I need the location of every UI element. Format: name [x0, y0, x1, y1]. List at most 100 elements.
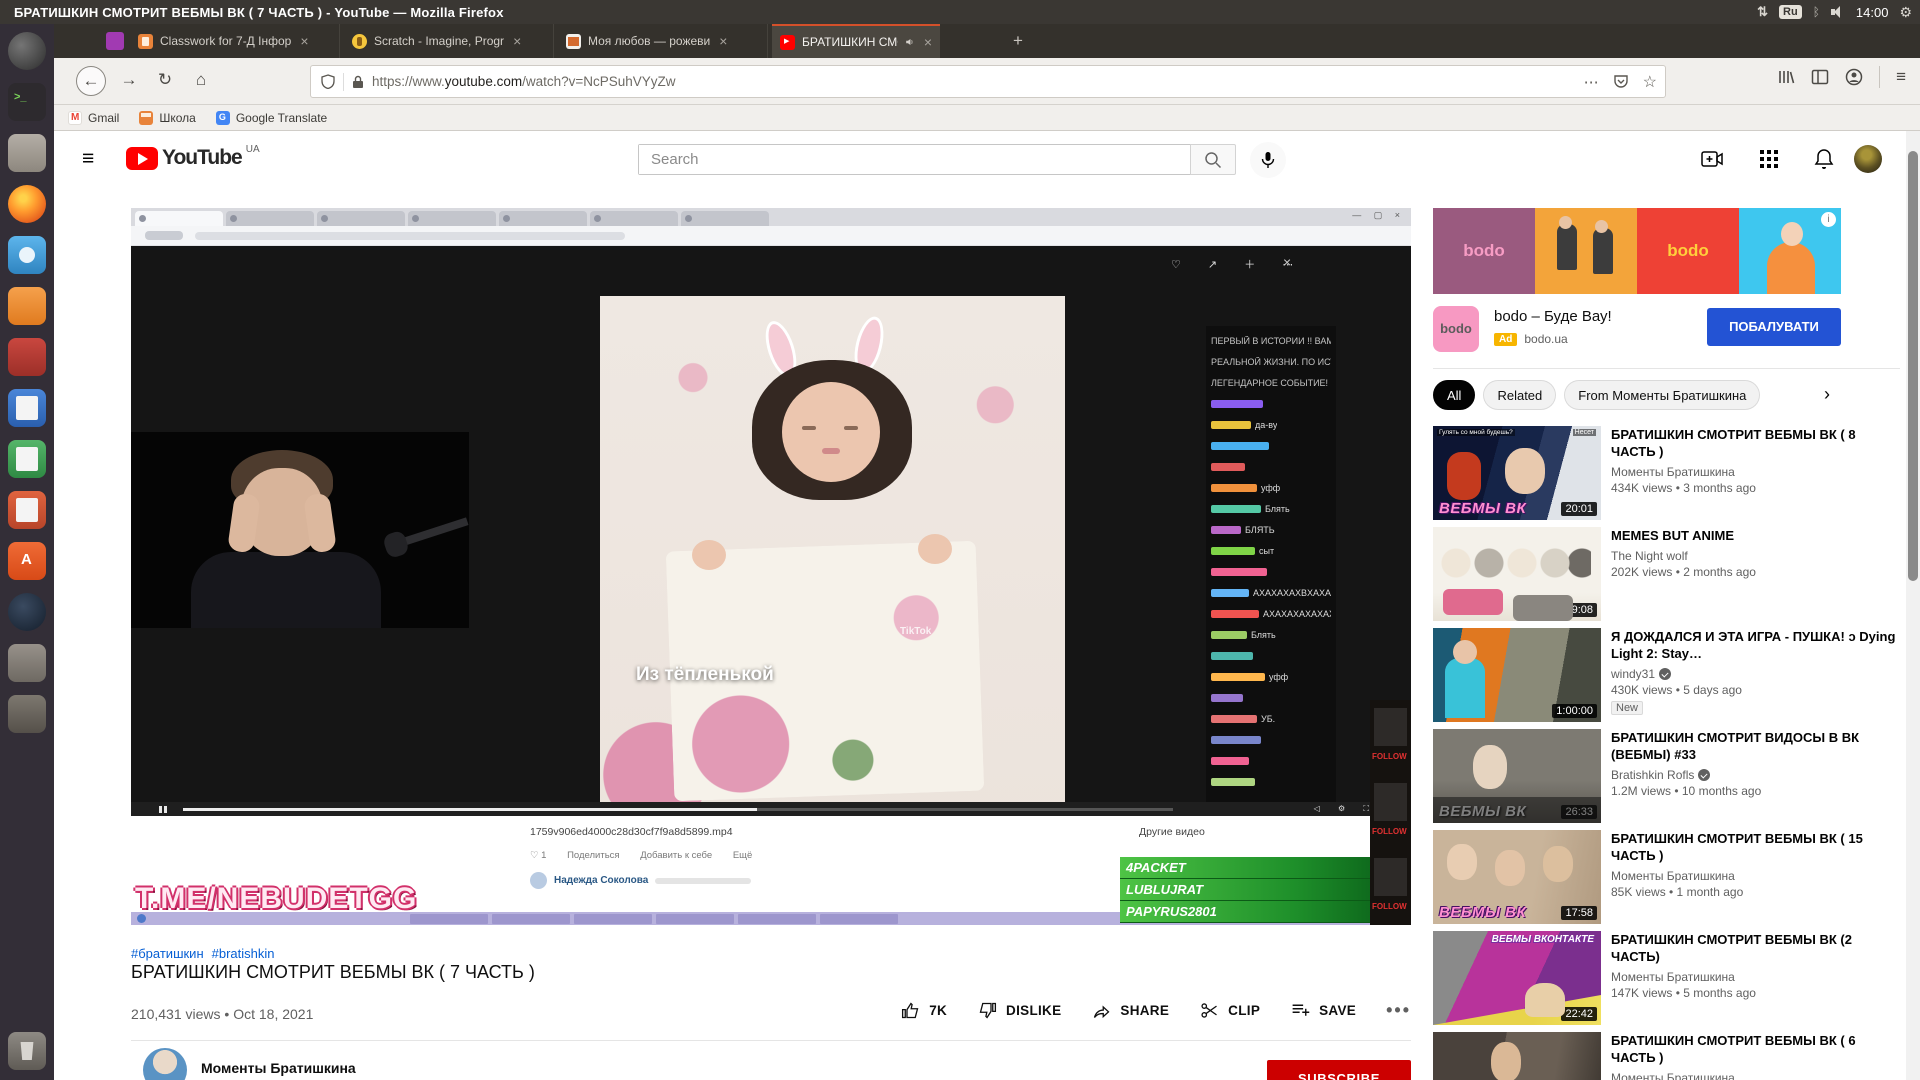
- save-button[interactable]: SAVE: [1290, 1000, 1356, 1021]
- chips-scroll-arrow[interactable]: ›: [1824, 384, 1830, 405]
- related-thumbnail[interactable]: ВЕБМЫ ВКОНТАКТЕ 22:42: [1433, 931, 1601, 1025]
- channel-avatar[interactable]: [143, 1048, 187, 1080]
- related-channel[interactable]: Bratishkin Rofls: [1611, 768, 1899, 782]
- ad-info-icon[interactable]: i: [1821, 212, 1836, 227]
- bookmark-item[interactable]: Google Translate: [216, 111, 327, 125]
- related-video-item[interactable]: Гулять со мной будешь? Несет ВЕБМЫ ВК 20…: [1433, 426, 1906, 520]
- browser-tab[interactable]: Scratch - Imagine, Progr ×: [344, 24, 554, 58]
- dock-icon[interactable]: [8, 542, 46, 580]
- ad-cta-button[interactable]: ПОБАЛУВАТИ: [1707, 308, 1841, 346]
- back-button[interactable]: ←: [76, 66, 106, 96]
- dock-icon[interactable]: [8, 440, 46, 478]
- tab-audio-icon[interactable]: [905, 36, 915, 48]
- url-bar[interactable]: https://www.youtube.com/watch?v=NcPSuhVY…: [310, 65, 1666, 98]
- dock-icon[interactable]: [8, 134, 46, 172]
- dock-icon[interactable]: [8, 389, 46, 427]
- scrollbar-thumb[interactable]: [1908, 151, 1918, 581]
- related-title[interactable]: БРАТИШКИН СМОТРИТ ВЕБМЫ ВК ( 8 ЧАСТЬ ): [1611, 426, 1899, 460]
- related-video-item[interactable]: ВЕБМЫ ВК 17:58 БРАТИШКИН СМОТРИТ ВЕБМЫ В…: [1433, 830, 1906, 924]
- ad-title[interactable]: bodo – Буде Вау!: [1494, 308, 1612, 325]
- dock-icon[interactable]: [8, 185, 46, 223]
- ad-banner[interactable]: bodo bodo: [1433, 208, 1841, 294]
- pocket-icon[interactable]: [1613, 74, 1629, 89]
- hashtag-link[interactable]: #братишкин: [131, 946, 204, 961]
- related-thumbnail[interactable]: ВЕБМЫ ВК 17:58: [1433, 830, 1601, 924]
- related-channel[interactable]: Моменты Братишкина: [1611, 1071, 1899, 1080]
- sidebar-toggle-icon[interactable]: [1811, 68, 1829, 86]
- browser-tab[interactable]: БРАТИШКИН СМОТР ×: [772, 24, 940, 58]
- related-thumbnail[interactable]: Гулять со мной будешь? Несет ВЕБМЫ ВК 20…: [1433, 426, 1601, 520]
- dock-icon[interactable]: [8, 236, 46, 274]
- clock[interactable]: 14:00: [1856, 5, 1889, 20]
- progress-bar[interactable]: [183, 808, 1173, 811]
- related-channel[interactable]: Моменты Братишкина: [1611, 465, 1899, 479]
- pinned-tab[interactable]: [106, 32, 124, 50]
- vk-player-controls[interactable]: ◁ ⚙ ⛶: [131, 802, 1411, 816]
- power-menu-icon[interactable]: ⚙: [1899, 4, 1912, 21]
- related-thumbnail[interactable]: 9:08: [1433, 527, 1601, 621]
- home-button[interactable]: ⌂: [186, 66, 216, 96]
- search-button[interactable]: [1190, 144, 1236, 175]
- related-video-item[interactable]: ВЕБМЫ ВКОНТАКТЕ 22:42 БРАТИШКИН СМОТРИТ …: [1433, 931, 1906, 1025]
- related-video-item[interactable]: 9:08 MEMES BUT ANIME The Night wolf 202K…: [1433, 527, 1906, 621]
- page-scrollbar[interactable]: [1906, 131, 1920, 1080]
- account-icon[interactable]: [1845, 68, 1863, 86]
- tab-close-icon[interactable]: ×: [300, 33, 308, 49]
- tab-close-icon[interactable]: ×: [924, 34, 932, 50]
- youtube-logo[interactable]: YouTube UA: [126, 146, 260, 170]
- browser-tab[interactable]: Моя любов — рожеви ×: [558, 24, 768, 58]
- bookmark-item[interactable]: Gmail: [68, 111, 119, 125]
- related-title[interactable]: БРАТИШКИН СМОТРИТ ВИДОСЫ В ВК (ВЕБМЫ) #3…: [1611, 729, 1899, 763]
- filter-chip[interactable]: From Моменты Братишкина: [1564, 380, 1760, 410]
- related-title[interactable]: БРАТИШКИН СМОТРИТ ВЕБМЫ ВК (2 ЧАСТЬ): [1611, 931, 1899, 965]
- lock-icon[interactable]: [352, 75, 364, 89]
- notifications-bell-icon[interactable]: [1812, 147, 1836, 171]
- related-thumbnail[interactable]: [1433, 1032, 1601, 1080]
- forward-button[interactable]: →: [114, 66, 144, 96]
- create-video-icon[interactable]: [1700, 147, 1724, 171]
- share-button[interactable]: SHARE: [1091, 1000, 1169, 1021]
- related-video-item[interactable]: БРАТИШКИН СМОТРИТ ВЕБМЫ ВК ( 6 ЧАСТЬ ) М…: [1433, 1032, 1906, 1080]
- voice-search-button[interactable]: [1250, 142, 1286, 178]
- tracking-shield-icon[interactable]: [321, 74, 335, 89]
- page-actions-icon[interactable]: ⋯: [1584, 73, 1599, 91]
- search-input[interactable]: [639, 145, 1190, 174]
- related-title[interactable]: Я ДОЖДАЛСЯ И ЭТА ИГРА - ПУШКА! ɔ Dying L…: [1611, 628, 1899, 662]
- dock-icon[interactable]: [8, 491, 46, 529]
- related-video-item[interactable]: 1:00:00 Я ДОЖДАЛСЯ И ЭТА ИГРА - ПУШКА! ɔ…: [1433, 628, 1906, 722]
- network-icon[interactable]: ⇅: [1757, 4, 1768, 20]
- filter-chip[interactable]: All: [1433, 380, 1475, 410]
- video-player[interactable]: — ▢ × ♡ ↗ ＋ ⋯ × Из тёпленькой TikTok: [131, 208, 1411, 925]
- url-text[interactable]: https://www.youtube.com/watch?v=NcPSuhVY…: [372, 74, 676, 89]
- dock-icon[interactable]: [8, 83, 46, 121]
- dock-icon[interactable]: [8, 695, 46, 733]
- related-channel[interactable]: Моменты Братишкина: [1611, 869, 1899, 883]
- account-avatar[interactable]: [1854, 145, 1882, 173]
- channel-name[interactable]: Моменты Братишкина: [201, 1060, 356, 1076]
- related-video-item[interactable]: ВЕБМЫ ВК 26:33 БРАТИШКИН СМОТРИТ ВИДОСЫ …: [1433, 729, 1906, 823]
- guide-menu-icon[interactable]: ≡: [82, 147, 94, 171]
- related-thumbnail[interactable]: ВЕБМЫ ВК 26:33: [1433, 729, 1601, 823]
- clip-button[interactable]: CLIP: [1199, 1000, 1260, 1021]
- bookmark-star-icon[interactable]: ☆: [1643, 72, 1657, 92]
- bluetooth-icon[interactable]: ᛒ: [1813, 5, 1820, 19]
- browser-tab[interactable]: Classwork for 7-Д Інфор ×: [130, 24, 340, 58]
- dock-icon[interactable]: [8, 593, 46, 631]
- dock-icon[interactable]: [8, 287, 46, 325]
- player-right-icons[interactable]: ◁ ⚙ ⛶: [1314, 804, 1377, 814]
- hashtag-link[interactable]: #bratishkin: [212, 946, 275, 961]
- library-icon[interactable]: [1777, 68, 1795, 86]
- tab-close-icon[interactable]: ×: [719, 33, 727, 49]
- tab-close-icon[interactable]: ×: [513, 33, 521, 49]
- related-title[interactable]: БРАТИШКИН СМОТРИТ ВЕБМЫ ВК ( 15 ЧАСТЬ ): [1611, 830, 1899, 864]
- new-tab-button[interactable]: +: [1006, 30, 1030, 52]
- related-title[interactable]: БРАТИШКИН СМОТРИТ ВЕБМЫ ВК ( 6 ЧАСТЬ ): [1611, 1032, 1899, 1066]
- dock-icon[interactable]: [8, 32, 46, 70]
- menu-icon[interactable]: ≡: [1896, 67, 1906, 87]
- dock-icon[interactable]: [8, 338, 46, 376]
- more-actions-button[interactable]: •••: [1386, 1000, 1411, 1021]
- related-channel[interactable]: Моменты Братишкина: [1611, 970, 1899, 984]
- reload-button[interactable]: ↻: [150, 66, 180, 96]
- filter-chip[interactable]: Related: [1483, 380, 1556, 410]
- related-thumbnail[interactable]: 1:00:00: [1433, 628, 1601, 722]
